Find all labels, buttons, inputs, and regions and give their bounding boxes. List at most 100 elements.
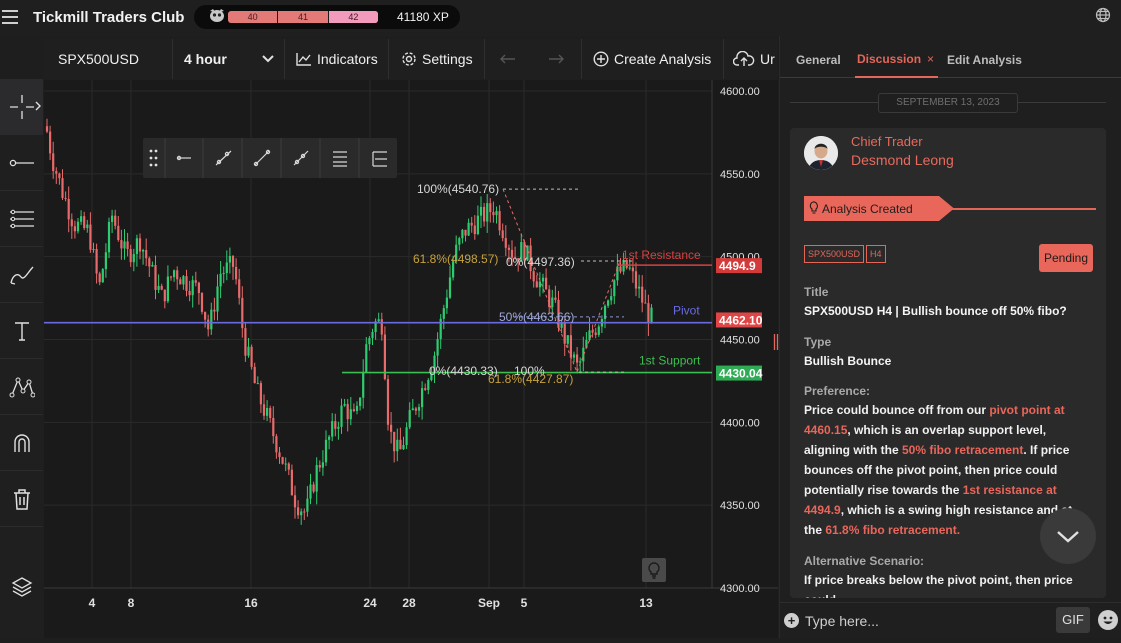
- drawing-tools-sidebar: [0, 79, 44, 638]
- symbol-selector[interactable]: SPX500USD: [58, 39, 139, 79]
- price-chart[interactable]: 1st Resistance Pivot 1st Support 100%(4540.…: [44, 80, 778, 638]
- scroll-down-button[interactable]: [1040, 508, 1096, 564]
- candle-body: [343, 404, 346, 406]
- chevron-right-icon[interactable]: [35, 101, 41, 111]
- indicators-button[interactable]: Indicators: [296, 39, 378, 79]
- candle-body: [101, 269, 104, 283]
- candle-body: [67, 198, 70, 220]
- x-tick-label: 8: [128, 596, 135, 610]
- candle-body: [411, 408, 414, 411]
- settings-button[interactable]: Settings: [401, 39, 473, 79]
- author-name[interactable]: Desmond Leong: [851, 152, 954, 168]
- avatar[interactable]: [804, 136, 838, 170]
- candle-body: [554, 297, 557, 300]
- candle-body: [439, 318, 442, 340]
- candle-body: [340, 405, 343, 427]
- timeframe-tag: H4: [866, 245, 886, 263]
- status-badge: Pending: [1039, 244, 1093, 272]
- create-analysis-button[interactable]: Create Analysis: [593, 39, 711, 79]
- top-bar: Tickmill Traders Club 40 41 42 41180 XP: [0, 0, 1121, 36]
- xp-progress: 40 41 42 41180 XP: [194, 5, 460, 29]
- globe-icon[interactable]: [1095, 7, 1111, 23]
- candle-body: [185, 276, 188, 291]
- candle-body: [362, 372, 365, 398]
- message-input[interactable]: [805, 611, 1025, 631]
- x-tick-label: 16: [244, 596, 258, 610]
- candle-body: [306, 498, 309, 512]
- candle-body: [495, 211, 498, 216]
- candle-body: [436, 339, 439, 356]
- candle-body: [365, 344, 368, 373]
- drawing-floating-toolbar[interactable]: [143, 138, 397, 178]
- x-tick-label: 28: [402, 596, 416, 610]
- panel-tabs: General Discussion × Edit Analysis: [780, 50, 1121, 78]
- lightbulb-icon[interactable]: [642, 558, 666, 582]
- candle-body: [644, 302, 647, 304]
- undo-icon[interactable]: [500, 52, 516, 66]
- alternative-text: If price breaks below the pivot point, t…: [804, 573, 1073, 598]
- timeframe-select[interactable]: 4 hour: [184, 39, 279, 79]
- delete-tool[interactable]: [0, 471, 43, 527]
- tab-general[interactable]: General: [796, 53, 841, 67]
- price-tag-label: 4430.04: [719, 367, 763, 381]
- candle-body: [638, 286, 641, 289]
- candle-body: [359, 397, 362, 406]
- candle-body: [352, 409, 355, 411]
- candle-body: [399, 439, 402, 450]
- candle-body: [135, 238, 138, 255]
- date-divider: [1018, 102, 1106, 103]
- fib-label: 100%(4540.76): [417, 182, 499, 196]
- crosshair-tool[interactable]: [0, 79, 43, 135]
- candle-body: [293, 495, 297, 508]
- fib-label: 61.8%(4427.87): [488, 372, 573, 386]
- pattern-tool[interactable]: [0, 359, 43, 415]
- candle-body: [576, 354, 579, 363]
- candle-body: [619, 266, 622, 272]
- close-icon[interactable]: ×: [927, 52, 934, 66]
- candle-body: [228, 256, 231, 263]
- line-tool[interactable]: [0, 135, 43, 191]
- cloud-upload-icon: [733, 51, 755, 66]
- candle-body: [55, 171, 58, 174]
- candle-body: [470, 222, 473, 226]
- alternative-label: Alternative Scenario:: [804, 554, 925, 568]
- author-photo: [804, 136, 838, 170]
- candle-body: [132, 254, 135, 263]
- candle-body: [538, 281, 541, 288]
- x-tick-label: 24: [363, 596, 377, 610]
- candle-body: [207, 319, 210, 330]
- candle-body: [225, 262, 228, 273]
- tab-discussion[interactable]: Discussion ×: [857, 52, 934, 66]
- tab-edit-analysis[interactable]: Edit Analysis: [947, 53, 1022, 67]
- candle-body: [182, 276, 185, 285]
- text-tool[interactable]: [0, 303, 43, 359]
- candle-body: [247, 346, 250, 356]
- gif-button[interactable]: GIF: [1056, 607, 1090, 633]
- y-tick-label: 4550.00: [720, 169, 760, 181]
- emoji-icon[interactable]: [1098, 610, 1118, 630]
- author-role: Chief Trader: [851, 134, 923, 149]
- candle-body: [641, 286, 644, 303]
- candle-body: [250, 346, 253, 367]
- redo-icon[interactable]: [548, 52, 564, 66]
- pivot-label: Pivot: [673, 304, 700, 318]
- candle-body: [204, 311, 207, 320]
- candle-body: [349, 409, 352, 420]
- candle-body: [607, 300, 610, 306]
- brush-tool[interactable]: [0, 247, 43, 303]
- candle-body: [278, 452, 281, 458]
- layers-tool[interactable]: [0, 559, 43, 615]
- candle-body: [572, 354, 576, 358]
- brush-icon: [9, 266, 34, 285]
- menu-icon[interactable]: [2, 10, 18, 24]
- candle-body: [262, 404, 266, 416]
- upload-button[interactable]: Ur: [733, 39, 777, 79]
- candle-body: [123, 241, 126, 249]
- magnet-tool[interactable]: [0, 415, 43, 471]
- candle-body: [492, 212, 495, 216]
- candle-body: [334, 421, 337, 429]
- chart-toolbar: SPX500USD 4 hour Indicators Settings Cre…: [44, 39, 777, 79]
- horizontal-lines-tool[interactable]: [0, 191, 43, 247]
- candle-body: [76, 221, 80, 232]
- add-attachment-icon[interactable]: +: [784, 613, 799, 628]
